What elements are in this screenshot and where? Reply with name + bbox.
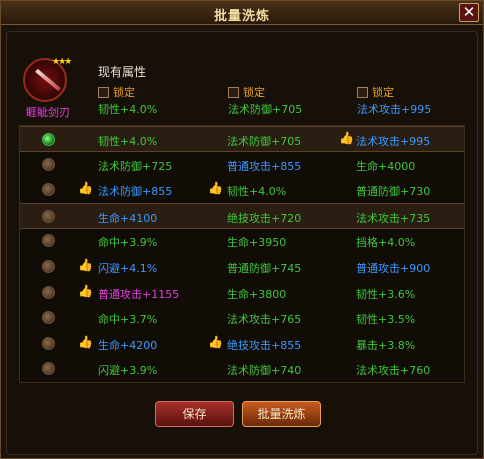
attribute-value: 法术攻击+995 xyxy=(356,135,431,148)
attribute-value: 生命+4200 xyxy=(98,338,158,352)
thumbs-up-icon: 👍 xyxy=(208,181,223,196)
result-row[interactable]: 生命+4100 绝技攻击+720 法术攻击+735 xyxy=(20,202,464,229)
lock-toggle-2[interactable]: 锁定 xyxy=(228,84,265,100)
item-name: 睚眦剑刃 xyxy=(26,106,70,119)
attribute-value: 普通攻击+855 xyxy=(227,159,302,173)
attribute-value: 挡格+4.0% xyxy=(356,236,416,250)
radio-icon[interactable] xyxy=(42,260,55,273)
attribute-value: 生命+3950 xyxy=(227,236,287,250)
thumbs-up-icon: 👍 xyxy=(78,283,93,298)
lock-toggle-1[interactable]: 锁定 xyxy=(98,84,135,100)
attribute-value: 法术防御+855 xyxy=(98,185,173,199)
radio-icon[interactable] xyxy=(42,234,55,248)
result-row[interactable]: 法术防御+725 普通攻击+855 生命+4000 xyxy=(20,152,464,178)
radio-icon[interactable] xyxy=(42,183,55,197)
attribute-value: 闪避+4.1% xyxy=(98,262,158,275)
lock-checkbox[interactable] xyxy=(357,86,368,98)
radio-icon[interactable] xyxy=(42,209,55,223)
current-attributes-label: 现有属性 xyxy=(98,65,147,79)
radio-icon[interactable] xyxy=(42,311,55,325)
attribute-value: 绝技攻击+855 xyxy=(227,338,302,352)
thumbs-up-icon: 👍 xyxy=(78,258,93,272)
attribute-value: 暴击+3.8% xyxy=(356,338,416,352)
thumbs-up-icon: 👍 xyxy=(78,181,93,196)
batch-refine-window: 批量洗炼 ✕ ★★★ 睚眦剑刃 现有属性 锁定 锁定 锁定 韧性+4.0% 法术… xyxy=(0,0,484,459)
attribute-value: 闪避+3.9% xyxy=(98,364,158,378)
attribute-value: 韧性+3.6% xyxy=(356,287,416,301)
thumbs-up-icon: 👍 xyxy=(339,131,354,145)
window-title: 批量洗炼 xyxy=(213,9,270,24)
refine-results-list: 韧性+4.0% 法术防御+705 👍 法术攻击+995 法术防御+725 普通攻击+855… xyxy=(19,125,465,383)
attribute-value: 法术攻击+735 xyxy=(356,211,431,225)
current-attr-1: 韧性+4.0% xyxy=(98,103,158,116)
lock-checkbox[interactable] xyxy=(228,86,239,98)
attribute-value: 普通防御+730 xyxy=(356,185,431,199)
result-row[interactable]: 命中+3.7% 法术攻击+765 韧性+3.5% xyxy=(20,305,464,331)
attribute-value: 绝技攻击+720 xyxy=(227,211,302,225)
attribute-value: 生命+4100 xyxy=(98,211,158,225)
attribute-value: 韧性+4.0% xyxy=(227,185,287,199)
result-row[interactable]: 👍 闪避+4.1% 普通防御+745 普通攻击+900 xyxy=(20,254,464,280)
lock-label: 锁定 xyxy=(113,86,135,99)
attribute-value: 韧性+3.5% xyxy=(356,313,416,327)
radio-icon[interactable] xyxy=(42,336,55,350)
lock-label: 锁定 xyxy=(372,86,394,99)
attribute-value: 法术攻击+765 xyxy=(227,313,302,327)
thumbs-up-icon: 👍 xyxy=(208,334,223,349)
current-attr-3: 法术攻击+995 xyxy=(357,103,432,116)
attribute-value: 法术防御+705 xyxy=(227,135,302,148)
radio-icon[interactable] xyxy=(42,133,55,146)
result-row[interactable]: 韧性+4.0% 法术防御+705 👍 法术攻击+995 xyxy=(20,126,464,152)
result-row[interactable]: 闪避+3.9% 法术防御+740 法术攻击+760 xyxy=(20,356,464,382)
attribute-value: 普通攻击+900 xyxy=(356,262,431,275)
attribute-value: 韧性+4.0% xyxy=(98,135,158,148)
batch-refine-button[interactable]: 批量洗炼 xyxy=(242,401,321,427)
result-row[interactable]: 👍 生命+4200 👍 绝技攻击+855 暴击+3.8% xyxy=(20,331,464,357)
attribute-value: 法术防御+725 xyxy=(98,159,173,173)
title-bar[interactable]: 批量洗炼 ✕ xyxy=(1,1,483,25)
result-row[interactable]: 👍 法术防御+855 👍 韧性+4.0% 普通防御+730 xyxy=(20,177,464,203)
attribute-value: 生命+3800 xyxy=(227,287,287,301)
close-button[interactable]: ✕ xyxy=(459,3,479,22)
star-rating: ★★★ xyxy=(52,57,72,67)
attribute-value: 普通攻击+1155 xyxy=(98,287,180,301)
result-row[interactable]: 👍 普通攻击+1155 生命+3800 韧性+3.6% xyxy=(20,280,464,306)
attribute-value: 命中+3.7% xyxy=(98,313,158,327)
attribute-value: 命中+3.9% xyxy=(98,236,158,250)
lock-label: 锁定 xyxy=(243,86,265,99)
radio-icon[interactable] xyxy=(42,157,55,171)
attribute-value: 法术防御+740 xyxy=(227,364,302,378)
attribute-value: 生命+4000 xyxy=(356,159,416,173)
save-button[interactable]: 保存 xyxy=(155,401,234,427)
attribute-value: 法术攻击+760 xyxy=(356,364,431,378)
result-row[interactable]: 命中+3.9% 生命+3950 挡格+4.0% xyxy=(20,228,464,254)
radio-icon[interactable] xyxy=(42,362,55,376)
lock-toggle-3[interactable]: 锁定 xyxy=(357,84,394,100)
current-attr-2: 法术防御+705 xyxy=(228,103,303,116)
lock-checkbox[interactable] xyxy=(98,86,109,98)
thumbs-up-icon: 👍 xyxy=(78,334,93,349)
radio-icon[interactable] xyxy=(42,285,55,299)
attribute-value: 普通防御+745 xyxy=(227,262,302,275)
